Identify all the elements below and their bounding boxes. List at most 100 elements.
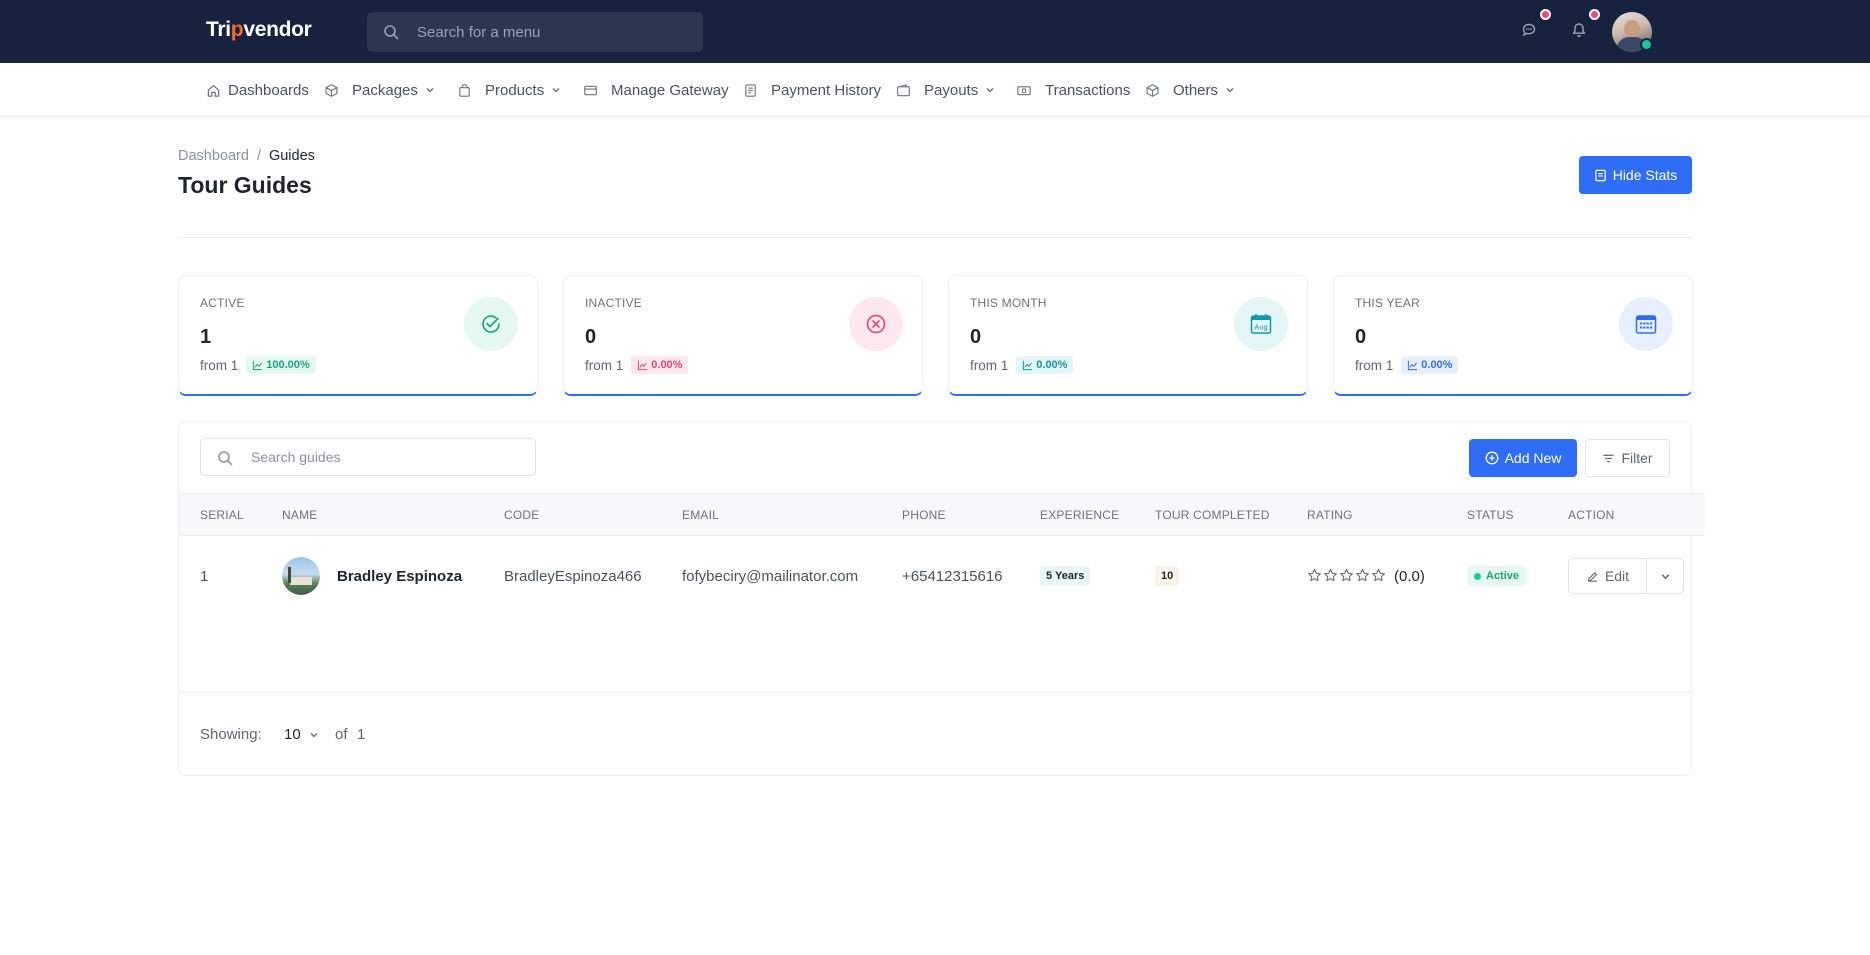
col-rating[interactable]: RATING: [1307, 508, 1353, 522]
more-actions-dropdown[interactable]: [1647, 559, 1683, 593]
nav-packages[interactable]: Packages: [324, 63, 435, 117]
col-email[interactable]: EMAIL: [682, 508, 719, 522]
table-header: SERIAL NAME CODE EMAIL PHONE EXPERIENCE …: [179, 493, 1705, 536]
col-tour-completed[interactable]: TOUR COMPLETED: [1155, 508, 1270, 522]
stat-change-badge: 0.00%: [1016, 356, 1074, 374]
add-new-button[interactable]: Add New: [1469, 439, 1577, 477]
chevron-down-icon: [985, 85, 995, 95]
edit-icon: [1586, 570, 1599, 583]
bag-icon: [457, 83, 472, 98]
row-action-group: Edit: [1568, 558, 1684, 594]
cell-phone: +65412315616: [902, 568, 1003, 585]
col-action: ACTION: [1568, 508, 1615, 522]
experience-badge: 5 Years: [1040, 566, 1091, 586]
top-bar: Tripvendor: [0, 0, 1870, 63]
nav-transactions[interactable]: Transactions: [1016, 63, 1130, 117]
stat-card-inactive: INACTIVE 0 from 1 0.00%: [563, 275, 923, 396]
hide-stats-button[interactable]: Hide Stats: [1579, 156, 1692, 194]
filter-button[interactable]: Filter: [1585, 439, 1670, 477]
nav-payouts[interactable]: Payouts: [896, 63, 995, 117]
stat-from: from 1: [200, 357, 239, 373]
of-label: of: [335, 726, 348, 743]
chat-notification-badge: [1540, 9, 1551, 20]
online-status-dot: [1640, 38, 1653, 51]
global-search-input[interactable]: [417, 12, 687, 52]
filter-icon: [1602, 452, 1615, 465]
edit-button[interactable]: Edit: [1569, 559, 1647, 593]
cell-serial: 1: [200, 568, 209, 585]
table-footer-divider: [179, 692, 1691, 693]
calendar-month-icon: Aug: [1234, 297, 1288, 351]
nav-others[interactable]: Others: [1145, 63, 1235, 117]
chevron-down-icon: [309, 730, 319, 740]
col-name[interactable]: NAME: [282, 508, 317, 522]
chat-icon[interactable]: [1521, 22, 1537, 38]
breadcrumb-separator: /: [256, 148, 261, 164]
per-page-select[interactable]: 10: [284, 726, 319, 743]
bell-icon[interactable]: [1571, 22, 1587, 38]
col-phone[interactable]: PHONE: [902, 508, 946, 522]
guide-search-input[interactable]: [251, 439, 521, 475]
col-serial[interactable]: SERIAL: [200, 508, 244, 522]
stat-change-badge: 0.00%: [1401, 356, 1459, 374]
status-badge: Active: [1467, 566, 1527, 586]
bell-notification-badge: [1589, 9, 1600, 20]
nav-manage-gateway[interactable]: Manage Gateway: [583, 63, 729, 117]
stat-from: from 1: [970, 357, 1009, 373]
box-icon: [324, 83, 339, 98]
stat-value: 0: [970, 326, 982, 348]
stat-change-badge: 100.00%: [246, 356, 316, 374]
chevron-down-icon: [1225, 85, 1235, 95]
home-icon: [206, 83, 221, 98]
chevron-down-icon: [425, 85, 435, 95]
trend-icon: [252, 360, 263, 371]
card-icon: [583, 83, 598, 98]
stat-from: from 1: [1355, 357, 1394, 373]
wallet-icon: [896, 83, 911, 98]
stat-value: 1: [200, 326, 212, 348]
star-icon: [1372, 568, 1385, 582]
stat-change-badge: 0.00%: [631, 356, 689, 374]
x-circle-icon: [849, 297, 903, 351]
main-nav: Dashboards Packages Products Manage Gate…: [0, 63, 1870, 117]
receipt-icon: [743, 83, 758, 98]
stat-card-this-month: THIS MONTH 0 from 1 0.00% Aug: [948, 275, 1308, 396]
star-icon: [1340, 568, 1353, 582]
chevron-down-icon: [551, 85, 561, 95]
breadcrumb: Dashboard / Guides: [178, 148, 315, 164]
nav-dashboards[interactable]: Dashboards: [206, 63, 309, 117]
stat-value: 0: [1355, 326, 1367, 348]
svg-text:Aug: Aug: [1254, 323, 1267, 332]
box-icon: [1145, 83, 1160, 98]
global-search[interactable]: [367, 12, 703, 52]
cash-icon: [1016, 83, 1032, 98]
logo[interactable]: Tripvendor: [206, 18, 312, 42]
check-circle-icon: [464, 297, 518, 351]
stat-from: from 1: [585, 357, 624, 373]
cell-name[interactable]: Bradley Espinoza: [337, 568, 462, 585]
col-experience[interactable]: EXPERIENCE: [1040, 508, 1119, 522]
col-status[interactable]: STATUS: [1467, 508, 1514, 522]
header-divider: [178, 237, 1692, 238]
star-icon: [1324, 568, 1337, 582]
nav-payment-history[interactable]: Payment History: [743, 63, 881, 117]
star-icon: [1356, 568, 1369, 582]
breadcrumb-root[interactable]: Dashboard: [178, 148, 249, 164]
guide-search[interactable]: [200, 438, 536, 476]
stat-value: 0: [585, 326, 597, 348]
showing-label: Showing:: [200, 726, 262, 743]
trend-icon: [1407, 360, 1418, 371]
rating-value: (0.0): [1394, 568, 1425, 585]
tours-badge: 10: [1155, 566, 1180, 586]
stat-label: THIS YEAR: [1355, 296, 1420, 310]
star-icon: [1308, 568, 1321, 582]
search-icon: [217, 450, 233, 466]
plus-circle-icon: [1485, 451, 1499, 465]
chevron-down-icon: [1660, 571, 1671, 582]
nav-products[interactable]: Products: [457, 63, 561, 117]
stat-card-this-year: THIS YEAR 0 from 1 0.00%: [1333, 275, 1693, 396]
page-title: Tour Guides: [178, 172, 312, 198]
col-code[interactable]: CODE: [504, 508, 539, 522]
trend-icon: [637, 360, 648, 371]
breadcrumb-current: Guides: [268, 148, 315, 164]
